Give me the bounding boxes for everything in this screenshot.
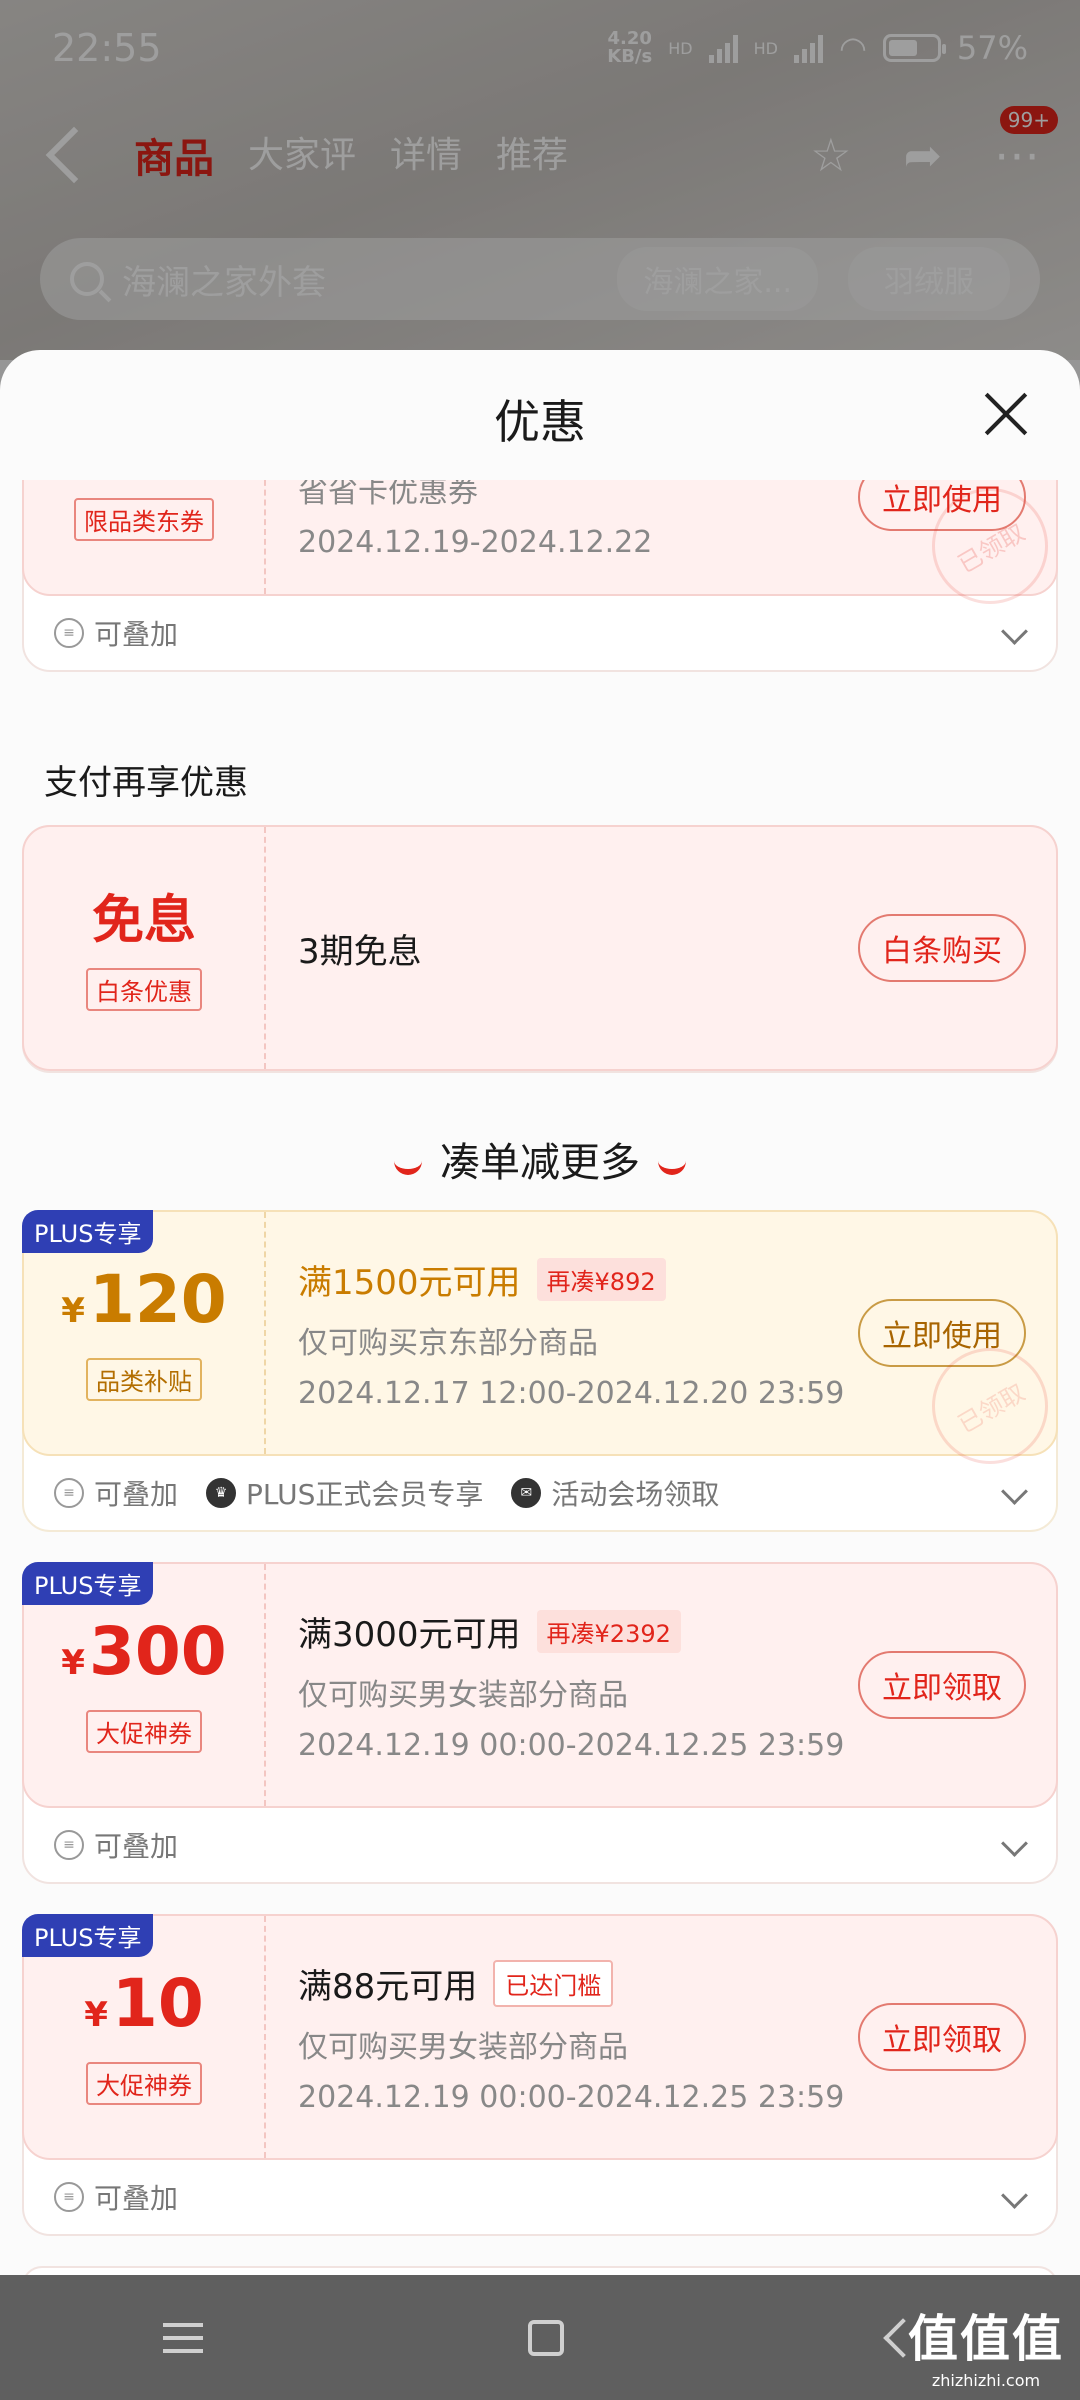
- system-nav-bar: 值值值 zhizhizhi.com: [0, 2275, 1080, 2400]
- smile-icon: [394, 1155, 422, 1175]
- coupon-condition: 满3000元可用 再凑¥2392: [298, 1607, 844, 1656]
- menu-icon[interactable]: [162, 2322, 203, 2353]
- condition-text: 满88元可用: [298, 1967, 478, 2007]
- condition-tag: 再凑¥892: [536, 1258, 666, 1301]
- chevron-down-icon[interactable]: [1001, 2182, 1028, 2209]
- plus-member-item: ♛ PLUS正式会员专享: [206, 1473, 483, 1513]
- condition-text: 满3000元可用: [298, 1615, 521, 1655]
- condition-tag: 已达门槛: [493, 1960, 614, 2007]
- more-heading-text: 凑单减更多: [440, 1140, 640, 1186]
- venue-item: ✉ 活动会场领取: [511, 1473, 719, 1513]
- stackable-label: 可叠加: [94, 2182, 179, 2215]
- condition-tag: 再凑¥2392: [536, 1610, 681, 1653]
- pay-section-heading: 支付再享优惠: [44, 763, 248, 803]
- coupon-amount: ¥300: [61, 1617, 226, 1698]
- coupon-type-tag: 大促神券: [86, 1710, 202, 1753]
- plus-badge: PLUS专享: [22, 1914, 154, 1957]
- coupon-desc: 仅可购买男女装部分商品: [298, 1678, 628, 1713]
- coupon-info: 满1500元可用 再凑¥892 仅可购买京东部分商品 2024.12.17 12:…: [298, 1212, 844, 1454]
- coupon-date: 2024.12.17 12:00-2024.12.20 23:59: [298, 1376, 845, 1411]
- venue-label: 活动会场领取: [551, 1478, 720, 1511]
- coupon-body: ¥300 大促神券 满3000元可用 再凑¥2392 仅可购买男女装部分商品 20…: [22, 1562, 1058, 1808]
- venue-icon: ✉: [511, 1478, 542, 1508]
- baitiao-tag: 白条优惠: [86, 967, 202, 1011]
- coupon-body: ¥120 品类补贴 满1500元可用 再凑¥892 仅可购买京东部分商品 2024…: [22, 1210, 1070, 1486]
- coupon-footer[interactable]: ≡ 可叠加: [24, 2160, 1056, 2234]
- interest-free-info: 3期免息: [298, 827, 422, 1069]
- stackable-item: ≡ 可叠加: [54, 1473, 178, 1513]
- discount-sheet: 优惠 ¥4 限品类东券 省省卡优惠券 2024.12.19-2024.12.22…: [0, 350, 1080, 2275]
- stack-icon: ≡: [54, 1478, 84, 1508]
- coupon-card-province: ¥4 限品类东券 省省卡优惠券 2024.12.19-2024.12.22 立即…: [22, 480, 1070, 672]
- coupon-date: 2024.12.19 00:00-2024.12.25 23:59: [298, 1728, 845, 1763]
- stackable-item: ≡ 可叠加: [54, 613, 178, 653]
- claim-now-button[interactable]: 立即领取: [858, 1651, 1026, 1719]
- coupon-amount-value: 10: [111, 1965, 204, 2042]
- currency-symbol: ¥: [84, 1995, 108, 2035]
- coupon-info: 满3000元可用 再凑¥2392 仅可购买男女装部分商品 2024.12.19 0…: [298, 1564, 844, 1806]
- chevron-down-icon[interactable]: [1001, 618, 1028, 645]
- baitiao-buy-button[interactable]: 白条购买: [858, 914, 1026, 982]
- stack-icon: ≡: [54, 1830, 84, 1860]
- stack-icon: ≡: [54, 2182, 84, 2212]
- stackable-label: 可叠加: [94, 618, 179, 651]
- currency-symbol: ¥: [61, 1291, 85, 1331]
- home-icon[interactable]: [527, 2319, 564, 2356]
- coupon-type-tag: 限品类东券: [74, 498, 214, 541]
- coupon-footer[interactable]: ≡ 可叠加: [24, 596, 1056, 670]
- coupon-body: ¥10 大促神券 满88元可用 已达门槛 仅可购买男女装部分商品 2024.12.…: [22, 1914, 1058, 2160]
- coupon-amount: ¥120: [61, 1265, 226, 1346]
- coupon-amount: ¥10: [84, 1969, 204, 2050]
- sheet-title: 优惠: [494, 395, 586, 449]
- coupon-footer[interactable]: ≡ 可叠加: [24, 1808, 1056, 1882]
- coupon-condition: 满1500元可用 再凑¥892: [298, 1255, 844, 1304]
- coupon-card-10: ¥10 大促神券 满88元可用 已达门槛 仅可购买男女装部分商品 2024.12.…: [22, 1914, 1058, 2236]
- coupon-desc: 仅可购买男女装部分商品: [298, 2030, 628, 2065]
- stackable-label: 可叠加: [94, 1478, 179, 1511]
- more-discount-heading: 凑单减更多: [0, 1130, 1080, 1188]
- interest-free-card: 免息 白条优惠 3期免息 白条购买: [22, 825, 1058, 1073]
- coupon-card-300: ¥300 大促神券 满3000元可用 再凑¥2392 仅可购买男女装部分商品 20…: [22, 1562, 1058, 1884]
- watermark-logo: 值值值: [908, 2310, 1064, 2368]
- stack-icon: ≡: [54, 618, 84, 648]
- coupon-date: 2024.12.19 00:00-2024.12.25 23:59: [298, 2080, 845, 2115]
- coupon-info: 满88元可用 已达门槛 仅可购买男女装部分商品 2024.12.19 00:00-…: [298, 1916, 844, 2158]
- plus-badge: PLUS专享: [22, 1210, 154, 1253]
- chevron-down-icon[interactable]: [1001, 1478, 1028, 1505]
- installment-desc: 3期免息: [298, 931, 422, 972]
- coupon-name: 省省卡优惠券: [298, 480, 478, 510]
- currency-symbol: ¥: [61, 1643, 85, 1683]
- plus-badge: PLUS专享: [22, 1562, 154, 1605]
- close-icon[interactable]: [982, 390, 1030, 438]
- sheet-header: 优惠: [0, 350, 1080, 480]
- coupon-card-120: ¥120 品类补贴 满1500元可用 再凑¥892 仅可购买京东部分商品 2024…: [22, 1210, 1070, 1532]
- smile-icon: [658, 1155, 686, 1175]
- interest-free-left: 免息 白条优惠: [24, 827, 264, 1069]
- coupon-left: ¥4 限品类东券: [24, 480, 264, 594]
- stackable-item: ≡ 可叠加: [54, 1825, 178, 1865]
- coupon-body: ¥4 限品类东券 省省卡优惠券 2024.12.19-2024.12.22 立即…: [22, 480, 1070, 626]
- claim-now-button[interactable]: 立即领取: [858, 2003, 1026, 2071]
- coupon-card-next: [22, 2266, 1058, 2275]
- coupon-amount-value: 300: [88, 1613, 227, 1690]
- interest-free-body: 免息 白条优惠 3期免息 白条购买: [22, 825, 1058, 1071]
- plus-member-label: PLUS正式会员专享: [246, 1478, 484, 1511]
- coupon-amount: ¥4: [107, 480, 181, 486]
- coupon-desc: 仅可购买京东部分商品: [298, 1326, 598, 1361]
- coupon-list[interactable]: ¥4 限品类东券 省省卡优惠券 2024.12.19-2024.12.22 立即…: [0, 480, 1080, 2275]
- coupon-amount-value: 120: [88, 1261, 227, 1338]
- stackable-label: 可叠加: [94, 1830, 179, 1863]
- watermark-url: zhizhizhi.com: [931, 2371, 1041, 2390]
- coupon-footer[interactable]: ≡ 可叠加 ♛ PLUS正式会员专享 ✉ 活动会场领取: [24, 1456, 1056, 1530]
- coupon-date: 2024.12.19-2024.12.22: [298, 524, 653, 560]
- coupon-condition: 满88元可用 已达门槛: [298, 1959, 844, 2008]
- chevron-down-icon[interactable]: [1001, 1830, 1028, 1857]
- interest-free-title: 免息: [91, 890, 196, 951]
- coupon-type-tag: 品类补贴: [86, 1358, 202, 1401]
- stackable-item: ≡ 可叠加: [54, 2177, 178, 2217]
- crown-icon: ♛: [206, 1478, 237, 1508]
- condition-text: 满1500元可用: [298, 1263, 521, 1303]
- coupon-type-tag: 大促神券: [86, 2062, 202, 2105]
- site-watermark: 值值值 zhizhizhi.com: [908, 2299, 1064, 2390]
